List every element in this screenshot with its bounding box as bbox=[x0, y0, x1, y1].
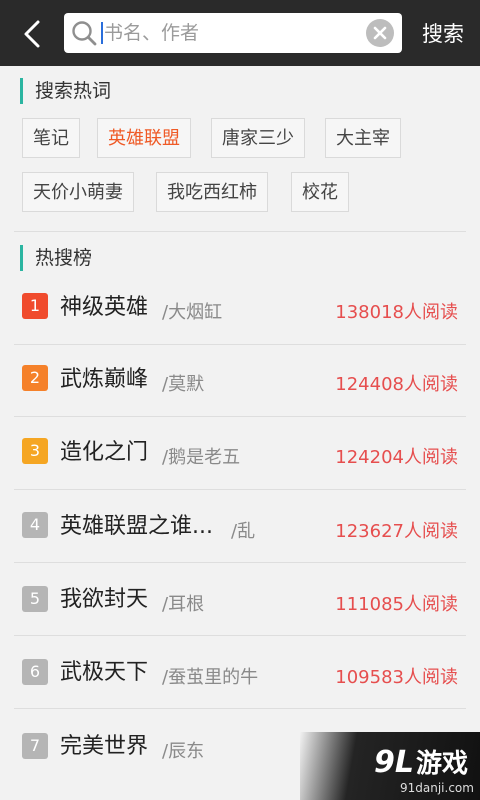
read-count: 109583人阅读 bbox=[335, 667, 458, 688]
search-button[interactable]: 搜索 bbox=[410, 12, 476, 56]
book-author: /鹅是老五 bbox=[162, 447, 241, 468]
rank-badge: 7 bbox=[22, 733, 48, 759]
rank-badge: 5 bbox=[22, 586, 48, 612]
hot-list-row[interactable]: 1 神级英雄 /大烟缸 138018人阅读 bbox=[14, 273, 466, 345]
book-title: 武炼巅峰 bbox=[60, 367, 149, 392]
top-bar: 搜索 bbox=[0, 0, 480, 66]
hot-list-row[interactable]: 3 造化之门 /鹅是老五 124204人阅读 bbox=[14, 418, 466, 490]
read-count: 123627人阅读 bbox=[335, 521, 458, 542]
search-box[interactable] bbox=[64, 13, 402, 53]
svg-text:91danji.com: 91danji.com bbox=[400, 781, 474, 795]
read-count: 124408人阅读 bbox=[335, 374, 458, 395]
book-title: 完美世界 bbox=[60, 734, 149, 759]
hot-word-chip[interactable]: 笔记 bbox=[22, 118, 80, 158]
hot-word-chip[interactable]: 英雄联盟 bbox=[97, 118, 191, 158]
row-divider bbox=[14, 489, 466, 490]
read-count: 111085人阅读 bbox=[335, 594, 458, 615]
text-cursor bbox=[101, 22, 103, 44]
row-divider bbox=[14, 635, 466, 636]
chevron-left-icon bbox=[24, 20, 40, 48]
hot-word-chip[interactable]: 大主宰 bbox=[325, 118, 401, 158]
hot-word-chip[interactable]: 天价小萌妻 bbox=[22, 172, 134, 212]
book-title: 我欲封天 bbox=[60, 587, 149, 612]
hot-list-row[interactable]: 6 武极天下 /蚕茧里的牛 109583人阅读 bbox=[14, 637, 466, 709]
section-divider bbox=[14, 231, 466, 232]
search-icon bbox=[72, 21, 97, 46]
search-input[interactable] bbox=[104, 13, 354, 53]
book-title: 神级英雄 bbox=[60, 295, 149, 320]
rank-badge: 4 bbox=[22, 512, 48, 538]
hot-word-chip[interactable]: 校花 bbox=[291, 172, 349, 212]
book-author: /大烟缸 bbox=[162, 302, 223, 323]
hot-list-row[interactable]: 5 我欲封天 /耳根 111085人阅读 bbox=[14, 564, 466, 636]
hot-list-title: 热搜榜 bbox=[20, 245, 92, 271]
book-title: 英雄联盟之谁... bbox=[60, 514, 213, 539]
rank-badge: 3 bbox=[22, 438, 48, 464]
book-author: /蚕茧里的牛 bbox=[162, 667, 259, 688]
hot-list-row[interactable]: 2 武炼巅峰 /莫默 124408人阅读 bbox=[14, 345, 466, 417]
watermark-logo: 9L 游戏 91danji.com bbox=[374, 745, 474, 795]
hot-word-chip[interactable]: 我吃西红柿 bbox=[156, 172, 268, 212]
back-button[interactable] bbox=[12, 12, 52, 56]
hot-list-row[interactable]: 4 英雄联盟之谁... /乱 123627人阅读 bbox=[14, 491, 466, 563]
book-title: 造化之门 bbox=[60, 440, 149, 465]
book-author: /乱 bbox=[231, 521, 256, 542]
site-watermark: 9L 游戏 91danji.com bbox=[300, 732, 480, 800]
book-author: /辰东 bbox=[162, 741, 205, 762]
book-title: 武极天下 bbox=[60, 660, 149, 685]
hot-word-chip[interactable]: 唐家三少 bbox=[211, 118, 305, 158]
clear-button[interactable] bbox=[366, 19, 394, 47]
rank-badge: 2 bbox=[22, 365, 48, 391]
row-divider bbox=[14, 708, 466, 709]
svg-text:9L: 9L bbox=[374, 745, 414, 780]
rank-badge: 6 bbox=[22, 659, 48, 685]
hot-words-title: 搜索热词 bbox=[20, 78, 111, 104]
rank-badge: 1 bbox=[22, 293, 48, 319]
svg-text:游戏: 游戏 bbox=[416, 749, 468, 779]
book-author: /耳根 bbox=[162, 594, 205, 615]
read-count: 138018人阅读 bbox=[335, 302, 458, 323]
read-count: 124204人阅读 bbox=[335, 447, 458, 468]
row-divider bbox=[14, 562, 466, 563]
close-icon bbox=[373, 26, 387, 40]
book-author: /莫默 bbox=[162, 374, 205, 395]
row-divider bbox=[14, 416, 466, 417]
